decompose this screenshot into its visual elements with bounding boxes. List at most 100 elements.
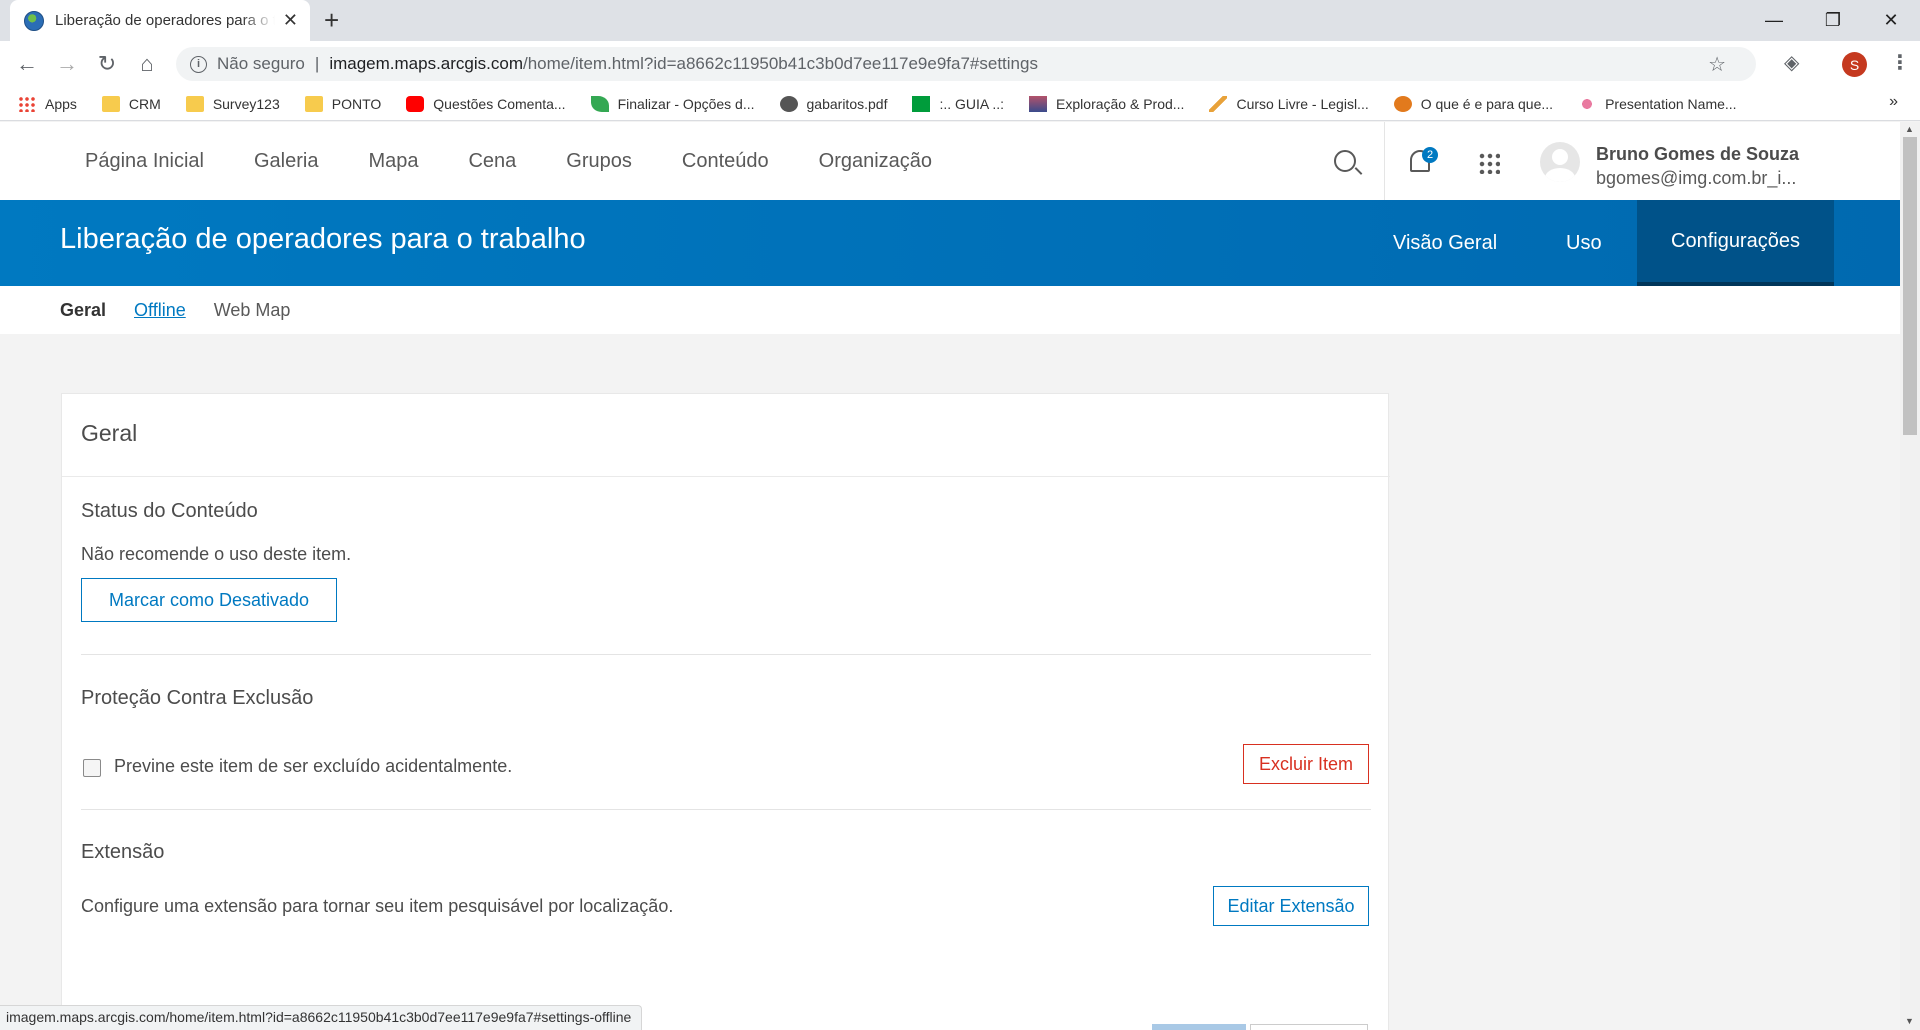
delete-protection-checkbox[interactable] (83, 759, 101, 777)
close-window-button[interactable]: ✕ (1862, 0, 1920, 41)
orange-circle-icon (1393, 95, 1412, 112)
user-avatar[interactable] (1540, 142, 1580, 182)
bookmark-star-icon[interactable]: ☆ (1708, 52, 1726, 77)
bookmark-label: CRM (128, 95, 161, 112)
tab-configuracoes[interactable]: Configurações (1637, 200, 1834, 286)
user-name[interactable]: Bruno Gomes de Souza (1596, 144, 1799, 165)
youtube-icon (406, 95, 425, 112)
bookmarks-bar: Apps CRM Survey123 PONTO Questões Coment… (0, 87, 1920, 121)
app-launcher-icon[interactable] (1478, 152, 1500, 174)
settings-subnav: Geral Offline Web Map (0, 286, 1900, 334)
image-icon (1029, 95, 1048, 112)
browser-toolbar: ← → ↻ ⌂ i Não seguro | imagem.maps.arcgi… (0, 41, 1920, 87)
user-email: bgomes@img.com.br_i... (1596, 168, 1797, 188)
extent-description: Configure uma extensão para tornar seu i… (81, 896, 674, 916)
folder-icon (304, 95, 323, 112)
subtab-offline[interactable]: Offline (134, 300, 186, 321)
bookmark-o-que-e[interactable]: O que é e para que... (1393, 95, 1553, 112)
save-button-partial[interactable] (1152, 1024, 1246, 1030)
reload-icon[interactable]: ↻ (92, 49, 122, 79)
bookmark-guia[interactable]: :.. GUIA ..: (912, 95, 1004, 112)
page-viewport: Página Inicial Galeria Mapa Cena Grupos … (0, 122, 1900, 1030)
mark-deprecated-button[interactable]: Marcar como Desativado (81, 578, 337, 622)
item-title: Liberação de operadores para o trabalho (60, 223, 586, 255)
tab-visao-geral[interactable]: Visão Geral (1393, 200, 1497, 286)
card-heading: Geral (81, 420, 138, 446)
page-scrollbar[interactable]: ▲ ▼ (1900, 122, 1920, 1030)
folder-icon (101, 95, 120, 112)
subtab-web-map[interactable]: Web Map (214, 300, 291, 321)
delete-protection-title: Proteção Contra Exclusão (81, 687, 314, 709)
nav-conteudo[interactable]: Conteúdo (682, 150, 769, 173)
eye-off-icon[interactable]: ◈ (1784, 50, 1799, 75)
bookmark-label: gabaritos.pdf (806, 95, 888, 112)
bookmark-gabaritos[interactable]: gabaritos.pdf (779, 95, 888, 112)
bookmark-questoes[interactable]: Questões Comenta... (406, 95, 566, 112)
nav-mapa[interactable]: Mapa (368, 150, 418, 173)
bookmark-label: Curso Livre - Legisl... (1236, 95, 1369, 112)
link-status-bar: imagem.maps.arcgis.com/home/item.html?id… (0, 1005, 643, 1030)
edit-extent-button[interactable]: Editar Extensão (1213, 886, 1369, 926)
url-host: imagem.maps.arcgis.com (329, 54, 523, 73)
portal-top-nav: Página Inicial Galeria Mapa Cena Grupos … (0, 122, 1900, 200)
nav-galeria[interactable]: Galeria (254, 150, 318, 173)
extent-title: Extensão (81, 841, 165, 863)
scrollbar-thumb[interactable] (1903, 137, 1917, 435)
tab-uso[interactable]: Uso (1566, 200, 1602, 286)
bookmark-exploracao[interactable]: Exploração & Prod... (1029, 95, 1185, 112)
browser-tab-title: Liberação de operadores para o trabalho (55, 12, 275, 29)
bookmarks-overflow-icon[interactable]: » (1889, 93, 1898, 111)
folder-icon (185, 95, 204, 112)
bookmark-label: Finalizar - Opções d... (617, 95, 755, 112)
info-icon[interactable]: i (190, 55, 207, 73)
content-status-description: Não recomende o uso deste item. (81, 544, 352, 564)
delete-protection-label[interactable]: Previne este item de ser excluído aciden… (114, 756, 512, 777)
bookmark-presentation[interactable]: Presentation Name... (1578, 95, 1737, 112)
flag-icon (912, 95, 931, 112)
bookmark-curso-livre[interactable]: Curso Livre - Legisl... (1209, 95, 1369, 112)
bookmark-label: Questões Comenta... (433, 95, 566, 112)
bookmark-apps[interactable]: Apps (18, 95, 77, 112)
scroll-down-icon[interactable]: ▼ (1905, 1016, 1914, 1026)
minimize-button[interactable]: — (1745, 0, 1803, 41)
cancel-button-partial[interactable] (1250, 1024, 1368, 1030)
close-tab-icon[interactable]: ✕ (283, 10, 298, 31)
browser-tab[interactable]: Liberação de operadores para o trabalho … (10, 0, 310, 41)
profile-avatar[interactable]: S (1842, 52, 1867, 77)
delete-item-button[interactable]: Excluir Item (1243, 744, 1369, 784)
back-arrow-icon[interactable]: ← (12, 49, 42, 79)
bookmark-finalizar[interactable]: Finalizar - Opções d... (590, 95, 755, 112)
item-banner: Liberação de operadores para o trabalho … (0, 200, 1900, 286)
section-divider (81, 809, 1371, 810)
bookmark-label: Presentation Name... (1605, 95, 1737, 112)
leaf-icon (590, 95, 609, 112)
bookmark-survey123[interactable]: Survey123 (185, 95, 280, 112)
apps-grid-icon (18, 95, 36, 112)
bookmark-label: Apps (45, 95, 77, 112)
browser-tab-strip: Liberação de operadores para o trabalho … (0, 0, 1920, 41)
subtab-geral[interactable]: Geral (60, 300, 106, 321)
globe-icon (779, 95, 798, 112)
bookmark-crm[interactable]: CRM (101, 95, 161, 112)
maximize-button[interactable]: ❐ (1804, 0, 1862, 41)
bookmark-label: PONTO (331, 95, 382, 112)
nav-organizacao[interactable]: Organização (819, 150, 932, 173)
address-bar[interactable]: i Não seguro | imagem.maps.arcgis.com/ho… (176, 47, 1756, 81)
forward-arrow-icon[interactable]: → (52, 49, 82, 79)
address-separator: | (314, 54, 320, 73)
search-icon[interactable] (1334, 150, 1356, 172)
kebab-menu-icon[interactable]: ⋮ (1890, 50, 1910, 75)
home-icon[interactable]: ⌂ (132, 49, 162, 79)
nav-pagina-inicial[interactable]: Página Inicial (85, 150, 204, 173)
heading-divider (62, 476, 1390, 477)
new-tab-button[interactable]: + (324, 6, 339, 34)
flower-icon (1578, 95, 1597, 112)
nav-cena[interactable]: Cena (468, 150, 516, 173)
scroll-up-icon[interactable]: ▲ (1905, 124, 1914, 134)
section-divider (81, 654, 1371, 655)
arcgis-favicon-icon (24, 10, 44, 31)
bookmark-ponto[interactable]: PONTO (304, 95, 382, 112)
bookmark-label: Exploração & Prod... (1056, 95, 1185, 112)
portal-nav-links: Página Inicial Galeria Mapa Cena Grupos … (60, 122, 957, 200)
nav-grupos[interactable]: Grupos (566, 150, 632, 173)
